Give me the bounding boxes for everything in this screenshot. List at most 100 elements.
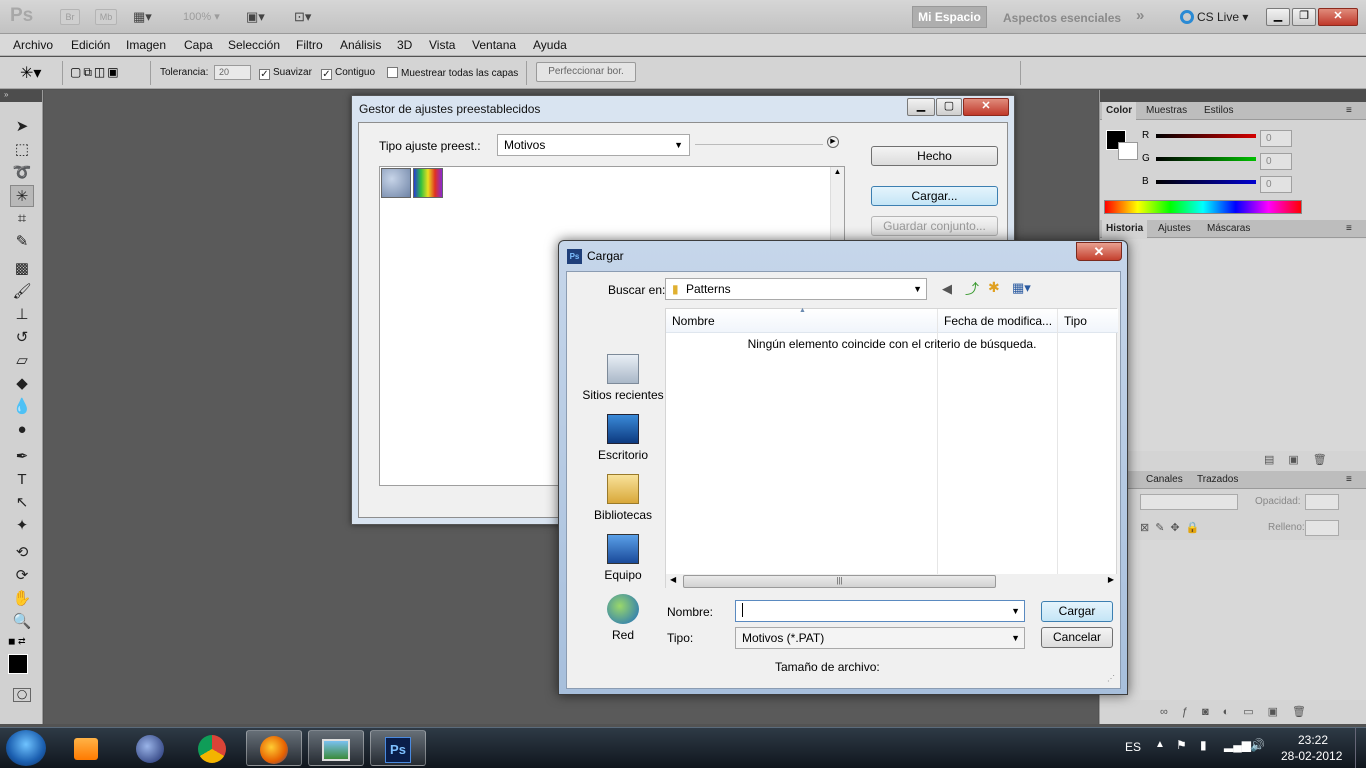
tab-muestras[interactable]: Muestras [1146,105,1187,116]
color-spectrum-ramp[interactable] [1104,200,1302,214]
scroll-thumb[interactable]: ||| [683,575,996,588]
column-date[interactable]: Fecha de modifica... [944,314,1052,328]
action-center-icon[interactable]: ⚑ [1176,738,1187,752]
tab-trazados[interactable]: Trazados [1197,474,1238,485]
menu-capa[interactable]: Capa [184,38,213,52]
close-app-button[interactable]: ✕ [1318,8,1358,26]
tab-estilos[interactable]: Estilos [1204,105,1233,116]
healing-brush-tool-icon[interactable]: ▩ [10,258,34,280]
swap-colors-icon[interactable]: ◼ ⇄ [8,636,26,647]
menu-seleccion[interactable]: Selección [228,38,280,52]
place-network[interactable]: Red [575,594,671,642]
arrange-documents-icon[interactable]: ▣▾ [246,9,265,25]
history-brush-tool-icon[interactable]: ↺ [10,327,34,349]
quick-mask-icon[interactable]: ◯ [13,688,31,702]
minimize-button[interactable]: ▁ [1266,8,1290,26]
magic-wand-preset-icon[interactable]: ✳▾ [20,63,41,83]
firefox-icon[interactable] [246,730,302,766]
look-in-select[interactable]: ▮ Patterns ▼ [665,278,927,300]
blue-slider[interactable] [1156,180,1256,184]
show-hidden-icons[interactable]: ▲ [1155,739,1165,750]
panel-dock-collapse-icon[interactable] [1100,90,1366,102]
tab-mascaras[interactable]: Máscaras [1207,223,1250,234]
paint-bucket-tool-icon[interactable]: ◆ [10,373,34,395]
load-confirm-button[interactable]: Cargar [1041,601,1113,622]
pen-tool-icon[interactable]: ✒ [10,446,34,468]
dodge-tool-icon[interactable]: ● [10,419,34,441]
sample-all-layers-checkbox[interactable]: Muestrear todas las capas [387,67,518,79]
workspace-mi-espacio[interactable]: Mi Espacio [912,6,987,28]
cancel-button[interactable]: Cancelar [1041,627,1113,648]
crop-tool-icon[interactable]: ⌗ [10,208,34,230]
panel-menu-icon[interactable]: ≡ [1346,105,1352,116]
file-name-input[interactable]: ▼ [735,600,1025,622]
blur-tool-icon[interactable]: 💧 [10,396,34,418]
menu-imagen[interactable]: Imagen [126,38,166,52]
lock-icons[interactable]: ⊠✎✥🔒 [1140,521,1205,534]
tools-collapse-icon[interactable]: » [0,90,42,102]
red-value-input[interactable]: 0 [1260,130,1292,147]
preset-type-select[interactable]: Motivos ▼ [497,134,690,156]
preset-options-icon[interactable]: ▶ [827,136,839,148]
menu-ventana[interactable]: Ventana [472,38,516,52]
lasso-tool-icon[interactable]: ➰ [10,162,34,184]
menu-filtro[interactable]: Filtro [296,38,323,52]
blend-mode-select[interactable] [1140,494,1238,510]
more-workspaces-icon[interactable]: » [1136,7,1144,24]
menu-vista[interactable]: Vista [429,38,455,52]
network-signal-icon[interactable]: ▂▄▆ [1224,738,1251,752]
smooth-checkbox[interactable]: ✓ Suavizar [259,67,312,80]
back-icon[interactable]: ◀ [942,281,952,297]
power-icon[interactable]: ▮ [1200,738,1207,752]
up-folder-icon[interactable]: ⤴ [965,279,979,299]
layers-footer-icons[interactable]: ∞ƒ◙◐▭▣🗑 [1160,705,1320,718]
resize-grip-icon[interactable]: ⋰ [1107,674,1115,683]
contiguous-checkbox[interactable]: ✓ Contiguo [321,67,375,80]
place-desktop[interactable]: Escritorio [575,414,671,462]
hand-tool-icon[interactable]: ✋ [10,588,34,610]
workspace-essentials[interactable]: Aspectos esenciales [1003,11,1121,25]
cs-live-menu[interactable]: CS Live ▾ [1180,10,1248,24]
media-player-icon[interactable] [58,730,114,766]
move-tool-icon[interactable]: ➤ [10,116,34,138]
screen-mode-icon[interactable]: ⊡▾ [294,9,311,25]
view-menu-icon[interactable]: ▦▾ [1012,280,1031,296]
photo-viewer-icon[interactable] [308,730,364,766]
fill-input[interactable] [1305,520,1339,536]
photoshop-taskbar-icon[interactable]: Ps [370,730,426,766]
menu-archivo[interactable]: Archivo [13,38,53,52]
column-name[interactable]: Nombre [672,314,715,328]
scroll-left-icon[interactable]: ◀ [670,575,676,584]
refine-edge-button[interactable]: Perfeccionar bor. [536,62,636,82]
selection-mode-icons[interactable]: ▢⧉◫▣ [70,65,121,80]
opacity-input[interactable] [1305,494,1339,510]
tab-color[interactable]: Color [1102,102,1137,120]
eraser-tool-icon[interactable]: ▱ [10,350,34,372]
shape-tool-icon[interactable]: ✦ [10,515,34,537]
tab-ajustes[interactable]: Ajustes [1158,223,1191,234]
layers-menu-icon[interactable]: ≡ [1346,474,1352,485]
restore-button[interactable]: ❐ [1292,8,1316,26]
clock-time[interactable]: 23:22 [1298,733,1328,747]
tolerance-input[interactable]: 20 [214,65,251,80]
menu-edicion[interactable]: Edición [71,38,110,52]
eyedropper-tool-icon[interactable]: ✎ [10,231,34,253]
chrome-icon[interactable] [184,730,240,766]
scroll-right-icon[interactable]: ▶ [1108,575,1114,584]
marquee-tool-icon[interactable]: ⬚ [10,139,34,161]
menu-ayuda[interactable]: Ayuda [533,38,567,52]
foreground-color-swatch[interactable] [8,654,28,674]
load-button[interactable]: Cargar... [871,186,998,206]
green-value-input[interactable]: 0 [1260,153,1292,170]
3d-orbit-tool-icon[interactable]: ⟳ [10,565,34,587]
horizontal-scrollbar[interactable]: ◀ ||| ▶ [666,574,1118,589]
pattern-rainbow-swatch[interactable] [413,168,443,198]
column-type[interactable]: Tipo [1064,314,1087,328]
place-recent[interactable]: Sitios recientes [575,354,671,402]
language-indicator[interactable]: ES [1125,740,1141,754]
clone-stamp-tool-icon[interactable]: ⊥ [10,304,34,326]
show-desktop-button[interactable] [1355,728,1366,768]
brush-tool-icon[interactable]: 🖌 [10,281,34,303]
volume-icon[interactable]: 🔊 [1250,738,1265,752]
menu-3d[interactable]: 3D [397,38,412,52]
